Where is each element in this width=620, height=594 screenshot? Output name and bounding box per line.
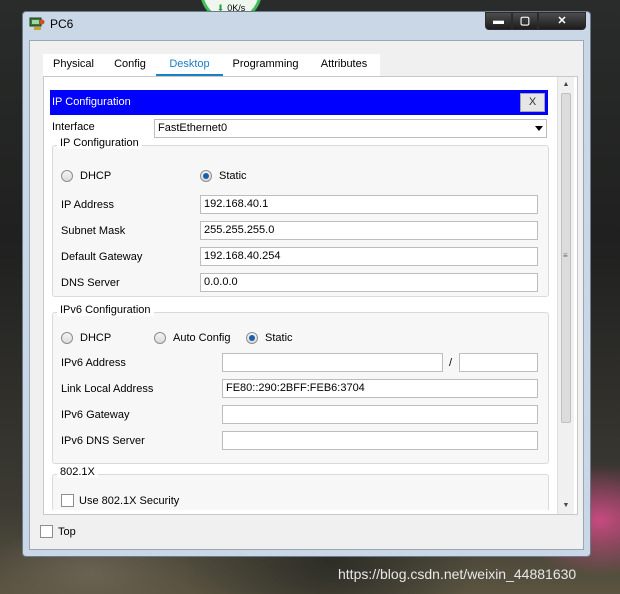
tab-config[interactable]: Config (104, 54, 156, 76)
minimize-button[interactable]: ▬ (485, 12, 512, 30)
default-gateway-label: Default Gateway (61, 251, 143, 263)
ipv6-address-field[interactable] (222, 353, 443, 372)
ipv6-address-label: IPv6 Address (61, 357, 126, 369)
use-8021x-label: Use 802.1X Security (79, 495, 180, 507)
ipv6-dhcp-label: DHCP (80, 332, 112, 344)
ipv6-dns-server-field[interactable] (222, 431, 538, 450)
ipv4-config-group: IP Configuration DHCP Static IP Address … (52, 137, 549, 297)
scroll-up-arrow-icon[interactable]: ▲ (558, 77, 574, 93)
close-window-button[interactable]: ✕ (538, 12, 586, 30)
window-title: PC6 (50, 17, 74, 31)
ipv6-dhcp-radio[interactable] (61, 332, 73, 344)
top-label: Top (58, 526, 76, 538)
ipv4-dhcp-label: DHCP (80, 170, 112, 182)
tab-physical[interactable]: Physical (43, 54, 104, 76)
close-ip-config-button[interactable]: X (520, 93, 545, 112)
link-local-address-field[interactable]: FE80::290:2BFF:FEB6:3704 (222, 379, 538, 398)
chevron-down-icon (535, 126, 543, 131)
dns-server-field[interactable]: 0.0.0.0 (200, 273, 538, 292)
ip-configuration-title: IP Configuration (52, 96, 131, 108)
ipv6-auto-config-label: Auto Config (173, 332, 231, 344)
scroll-down-arrow-icon[interactable]: ▼ (558, 498, 574, 514)
interface-select[interactable]: FastEthernet0 (154, 119, 547, 138)
pc6-window: PC6 ▬ ▢ ✕ Physical Config Desktop Progra… (22, 11, 591, 557)
default-gateway-field[interactable]: 192.168.40.254 (200, 247, 538, 266)
ip-configuration-header: IP Configuration X (50, 90, 548, 115)
ip-address-label: IP Address (61, 199, 114, 211)
ipv4-group-title: IP Configuration (57, 137, 142, 149)
grip-icon: ≡ (563, 251, 568, 260)
use-8021x-checkbox[interactable] (61, 494, 74, 507)
top-checkbox[interactable] (40, 525, 53, 538)
ipv6-static-label: Static (265, 332, 293, 344)
ipv6-prefix-field[interactable] (459, 353, 538, 372)
link-local-address-label: Link Local Address (61, 383, 154, 395)
dot1x-group-title: 802.1X (57, 466, 98, 478)
ipv6-static-radio[interactable] (246, 332, 258, 344)
ipv6-group-title: IPv6 Configuration (57, 304, 154, 316)
ipv4-static-radio[interactable] (200, 170, 212, 182)
ip-configuration-panel: IP Configuration X Interface FastEtherne… (50, 83, 555, 510)
vertical-scrollbar[interactable]: ▲ ≡ ▼ (557, 77, 574, 514)
title-bar[interactable]: PC6 ▬ ▢ ✕ (23, 12, 590, 38)
window-client-area: Physical Config Desktop Programming Attr… (29, 40, 584, 550)
ipv6-auto-config-radio[interactable] (154, 332, 166, 344)
tab-programming[interactable]: Programming (223, 54, 308, 76)
maximize-button[interactable]: ▢ (512, 12, 538, 30)
scrollbar-thumb[interactable]: ≡ (561, 93, 571, 423)
ipv6-gateway-label: IPv6 Gateway (61, 409, 130, 421)
dot1x-group: 802.1X Use 802.1X Security (52, 466, 549, 510)
ipv6-config-group: IPv6 Configuration DHCP Auto Config Stat… (52, 304, 549, 464)
subnet-mask-field[interactable]: 255.255.255.0 (200, 221, 538, 240)
packet-tracer-pc-icon (29, 17, 45, 30)
tab-desktop[interactable]: Desktop (156, 54, 223, 76)
ipv6-dns-server-label: IPv6 DNS Server (61, 435, 145, 447)
dns-server-label: DNS Server (61, 277, 120, 289)
ip-address-field[interactable]: 192.168.40.1 (200, 195, 538, 214)
desktop-tab-content: IP Configuration X Interface FastEtherne… (43, 76, 578, 515)
interface-value: FastEthernet0 (158, 122, 228, 134)
interface-label: Interface (52, 121, 95, 133)
ipv6-gateway-field[interactable] (222, 405, 538, 424)
ipv6-prefix-separator: / (449, 357, 453, 369)
tab-attributes[interactable]: Attributes (308, 54, 380, 76)
watermark-url: https://blog.csdn.net/weixin_44881630 (338, 566, 577, 582)
subnet-mask-label: Subnet Mask (61, 225, 126, 237)
ipv4-dhcp-radio[interactable] (61, 170, 73, 182)
ipv4-static-label: Static (219, 170, 247, 182)
